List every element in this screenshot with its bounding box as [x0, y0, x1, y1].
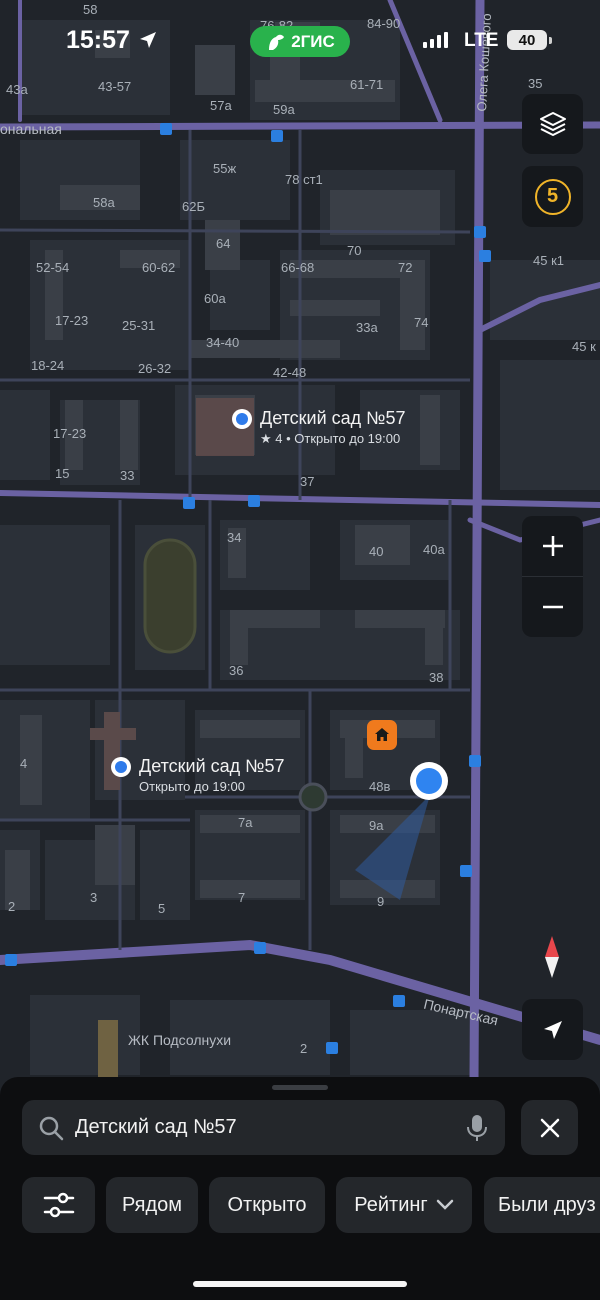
compass-icon	[545, 936, 559, 978]
navigation-arrow-icon	[543, 1020, 562, 1039]
home-indicator[interactable]	[193, 1281, 407, 1287]
building-label: 45 к1	[533, 253, 564, 268]
building-label: 70	[347, 243, 362, 258]
building-label: 5	[158, 901, 166, 916]
building-label: 15	[55, 466, 70, 481]
brand-name: 2ГИС	[291, 31, 335, 51]
building-label: 66-68	[281, 260, 315, 275]
poi-pin-icon	[232, 409, 252, 429]
chip-friends-visited[interactable]: Были друз	[484, 1177, 600, 1233]
dog-logo-icon	[269, 34, 285, 50]
zoom-in-button[interactable]	[522, 516, 583, 576]
chip-rating[interactable]: Рейтинг	[336, 1177, 472, 1233]
building-label: 43а	[6, 82, 28, 97]
building-label: 25-31	[122, 318, 156, 333]
building-label: 57а	[210, 98, 232, 113]
building-label: 3	[90, 890, 98, 905]
building-label: 78 ст1	[285, 172, 323, 187]
building-label: 60-62	[142, 260, 176, 275]
chip-nearby[interactable]: Рядом	[106, 1177, 198, 1233]
building-label: 33	[120, 468, 135, 483]
filter-chips: Рядом Открыто Рейтинг Были друз	[0, 1177, 600, 1235]
building-label: 48в	[369, 779, 391, 794]
zoom-controls	[522, 516, 583, 637]
brand-badge[interactable]: 2ГИС	[250, 26, 350, 57]
building-label: 58а	[93, 195, 115, 210]
poi-marker[interactable]: Детский сад №57 ★ 4 • Открыто до 19:00	[232, 408, 405, 447]
building-label: 62Б	[182, 199, 205, 214]
clear-search-button[interactable]	[521, 1100, 578, 1155]
building-label: 42-48	[273, 365, 307, 380]
building-label: 33а	[356, 320, 378, 335]
building-label: 38	[429, 670, 444, 685]
building-label: 40а	[423, 542, 445, 557]
close-icon	[540, 1118, 559, 1137]
network-type: LTE	[464, 30, 499, 51]
building-label: 7	[238, 890, 246, 905]
building-label: 37	[300, 474, 315, 489]
building-label: 9	[377, 894, 385, 909]
microphone-icon[interactable]	[465, 1114, 489, 1142]
search-input[interactable]: Детский сад №57	[22, 1100, 505, 1155]
filters-button[interactable]	[22, 1177, 95, 1233]
chip-open-now[interactable]: Открыто	[209, 1177, 325, 1233]
building-label: 34	[227, 530, 242, 545]
street-label: ональная	[0, 121, 62, 137]
building-label: 18-24	[31, 358, 65, 373]
building-label: 2	[300, 1041, 308, 1056]
building-label: 74	[414, 315, 429, 330]
bottom-sheet: Детский сад №57 Рядом Открыто Рейтинг Бы…	[0, 1077, 600, 1300]
poi-subtitle: ★ 4 • Открыто до 19:00	[260, 431, 401, 446]
poi-title: Детский сад №57	[260, 408, 406, 428]
chevron-down-icon	[436, 1199, 453, 1210]
building-label: 43-57	[98, 79, 132, 94]
sliders-icon	[43, 1192, 74, 1218]
compass-button[interactable]	[532, 931, 572, 983]
building-label: 64	[216, 236, 231, 251]
building-label: 36	[229, 663, 244, 678]
sheet-handle[interactable]	[272, 1085, 328, 1090]
status-bar: 15:57 2ГИС LTE 40	[0, 0, 600, 80]
building-label: 52-54	[36, 260, 70, 275]
layers-icon	[539, 112, 566, 136]
building-label: 17-23	[53, 426, 87, 441]
poi-pin-icon	[111, 757, 131, 777]
building-label: 40	[369, 544, 384, 559]
building-label: 2	[8, 899, 16, 914]
zoom-out-button[interactable]	[522, 577, 583, 637]
building-label: 17-23	[55, 313, 89, 328]
poi-title: Детский сад №57	[139, 756, 285, 776]
building-label: 55ж	[213, 161, 237, 176]
location-arrow-icon	[140, 32, 156, 48]
search-query: Детский сад №57	[75, 1116, 237, 1138]
building-label: 7а	[238, 815, 253, 830]
home-poi-icon[interactable]	[367, 720, 397, 750]
poi-subtitle: Открыто до 19:00	[139, 779, 245, 794]
poi-marker[interactable]: Детский сад №57 Открыто до 19:00	[111, 756, 284, 794]
traffic-button[interactable]: 5	[522, 166, 583, 227]
search-icon	[39, 1116, 64, 1141]
building-label: 26-32	[138, 361, 172, 376]
building-label: 9а	[369, 818, 384, 833]
current-location-marker	[410, 762, 448, 800]
clock: 15:57	[66, 26, 130, 54]
building-label: 60а	[204, 291, 226, 306]
building-label: 4	[20, 756, 28, 771]
building-label: 34-40	[206, 335, 240, 350]
building-label: 59а	[273, 102, 295, 117]
battery-level: 40	[518, 31, 536, 49]
layers-button[interactable]	[522, 94, 583, 154]
district-label: ЖК Подсолнухи	[128, 1032, 232, 1048]
building-label: 45 к	[572, 339, 596, 354]
minus-icon	[542, 605, 563, 609]
signal-icon	[423, 32, 448, 48]
building-label: 72	[398, 260, 413, 275]
my-location-button[interactable]	[522, 999, 583, 1060]
plus-icon	[542, 536, 563, 556]
traffic-level: 5	[534, 178, 571, 215]
battery-icon: 40	[507, 30, 552, 50]
